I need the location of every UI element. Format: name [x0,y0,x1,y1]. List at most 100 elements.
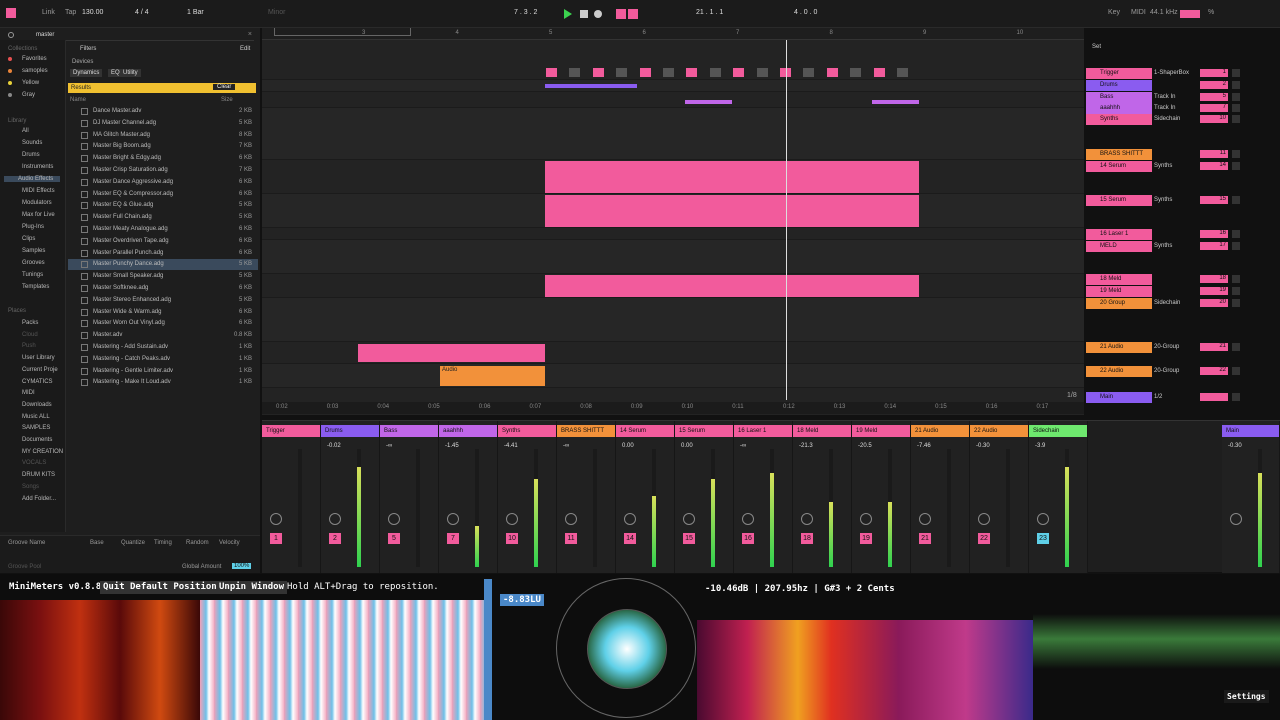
trigger-clip[interactable] [873,68,885,77]
track-name[interactable]: Drums [1086,80,1152,91]
clip[interactable] [545,195,919,227]
track-name[interactable]: Trigger [1086,68,1152,79]
solo-button[interactable] [1232,162,1240,170]
list-item[interactable]: Master Wide & Warm.adg 6 KB [68,307,258,318]
trigger-clip[interactable] [803,68,815,77]
loop-brace[interactable] [274,28,411,36]
list-item[interactable]: Master Punchy Dance.adg 5 KB [68,259,258,271]
track-header-20-group[interactable]: 20 Group Sidechain 20 [1086,298,1266,309]
volume-readout[interactable]: -21.3 [799,443,813,449]
volume-readout[interactable]: -∞ [386,443,392,449]
strip-name[interactable]: 19 Meld [852,425,910,437]
library-item-all[interactable]: All [8,128,29,134]
trigger-clip[interactable] [733,68,745,77]
loop-length[interactable]: 4 . 0 . 0 [794,9,817,16]
solo-button[interactable] [1232,230,1240,238]
tag-dynamics[interactable]: Dynamics [70,69,103,77]
strip-name[interactable]: 22 Audio [970,425,1028,437]
send-knob[interactable] [860,513,872,525]
send-knob[interactable] [919,513,931,525]
track-activator[interactable]: 17 [1200,242,1228,250]
collection-item-favorites[interactable]: Favorites [22,56,47,62]
track-activator[interactable]: 14 [1200,162,1228,170]
track-name[interactable]: Main [1086,392,1152,403]
trigger-clip[interactable] [756,68,768,77]
track-activator[interactable]: 5 [1200,93,1228,101]
trigger-clip[interactable] [686,68,698,77]
strip-name[interactable]: 16 Laser 1 [734,425,792,437]
song-position[interactable]: 7 . 3 . 2 [514,9,537,16]
volume-readout[interactable]: -0.30 [1228,443,1242,449]
key-mode[interactable]: Minor [268,9,286,16]
strip-name[interactable]: Bass [380,425,438,437]
volume-readout[interactable]: 0.00 [622,443,634,449]
default-position-button[interactable]: Default Position [127,581,220,594]
track-name[interactable]: 16 Laser 1 [1086,229,1152,240]
solo-button[interactable] [1232,196,1240,204]
clip[interactable] [545,275,919,297]
strip-name[interactable]: aaahhh [439,425,497,437]
track-activator-button[interactable]: 15 [683,533,695,544]
solo-button[interactable] [1232,393,1240,401]
solo-button[interactable] [1232,115,1240,123]
global-amount-value[interactable]: 100% [232,563,252,569]
track-name[interactable]: MELD [1086,241,1152,252]
solo-button[interactable] [1232,69,1240,77]
track-activator-button[interactable]: 19 [860,533,872,544]
track-activator-button[interactable]: 1 [270,533,282,544]
quantize-menu[interactable]: 1 Bar [187,9,204,16]
trigger-clip[interactable] [616,68,628,77]
track-activator-button[interactable]: 7 [447,533,459,544]
strip-name[interactable]: Trigger [262,425,320,437]
list-item[interactable]: Mastering - Make It Loud.adv 1 KB [68,377,258,388]
trigger-clip[interactable] [897,68,908,77]
track-name[interactable]: 20 Group [1086,298,1152,309]
send-knob[interactable] [447,513,459,525]
strip-name[interactable]: Sidechain [1029,425,1087,437]
send-knob[interactable] [1230,513,1242,525]
track-name[interactable]: Synths [1086,114,1152,125]
library-item-drums[interactable]: Drums [8,152,40,158]
track-header-21-audio[interactable]: 21 Audio 20-Group 21 [1086,342,1266,353]
solo-button[interactable] [1232,367,1240,375]
strip-name[interactable]: 14 Serum [616,425,674,437]
send-knob[interactable] [801,513,813,525]
track-header-drums[interactable]: Drums 2 [1086,80,1266,91]
list-item[interactable]: Master Softknee.adg 6 KB [68,283,258,294]
library-item-samples[interactable]: Samples [8,248,45,254]
track-activator[interactable]: 2 [1200,81,1228,89]
edit-button[interactable]: Edit [240,46,250,52]
midi-map-button[interactable]: MIDI [1131,9,1146,16]
track-header-brass-shittt[interactable]: BRASS SHITTT 11 [1086,149,1266,160]
places-item-10[interactable]: Documents [8,437,52,443]
track-activator[interactable]: 16 [1200,230,1228,238]
track-name[interactable]: 22 Audio [1086,366,1152,377]
collection-item-yellow[interactable]: Yellow [22,80,39,86]
zoom-label[interactable]: 1/8 [1067,392,1077,399]
places-item-13[interactable]: DRUM KITS [8,472,55,478]
track-activator[interactable] [1200,393,1228,401]
send-knob[interactable] [565,513,577,525]
arrangement-ruler[interactable]: 3 4 5 6 7 8 9 10 [262,28,1084,40]
track-header-18-meld[interactable]: 18 Meld 18 [1086,274,1266,285]
track-activator-button[interactable]: 23 [1037,533,1049,544]
list-item[interactable]: Master Crisp Saturation.adg 7 KB [68,165,258,176]
list-item[interactable]: Master.adv 0.8 KB [68,330,258,341]
places-item-15[interactable]: Add Folder... [8,496,56,502]
solo-button[interactable] [1232,81,1240,89]
filters-label[interactable]: Filters [80,46,96,52]
strip-name[interactable]: 21 Audio [911,425,969,437]
track-activator-button[interactable]: 21 [919,533,931,544]
track-io-label[interactable]: Sidechain [1154,116,1180,122]
track-io-label[interactable]: 1/2 [1154,394,1162,400]
library-item-instruments[interactable]: Instruments [8,164,53,170]
places-item-2[interactable]: Push [8,343,36,349]
library-item-modulators[interactable]: Modulators [8,200,52,206]
send-knob[interactable] [1037,513,1049,525]
track-header-16-laser-1[interactable]: 16 Laser 1 16 [1086,229,1266,240]
time-signature[interactable]: 4 / 4 [135,9,149,16]
track-header-synths[interactable]: Synths Sidechain 10 [1086,114,1266,125]
track-io-label[interactable]: Synths [1154,243,1172,249]
places-item-3[interactable]: User Library [8,355,55,361]
strip-name[interactable]: Synths [498,425,556,437]
